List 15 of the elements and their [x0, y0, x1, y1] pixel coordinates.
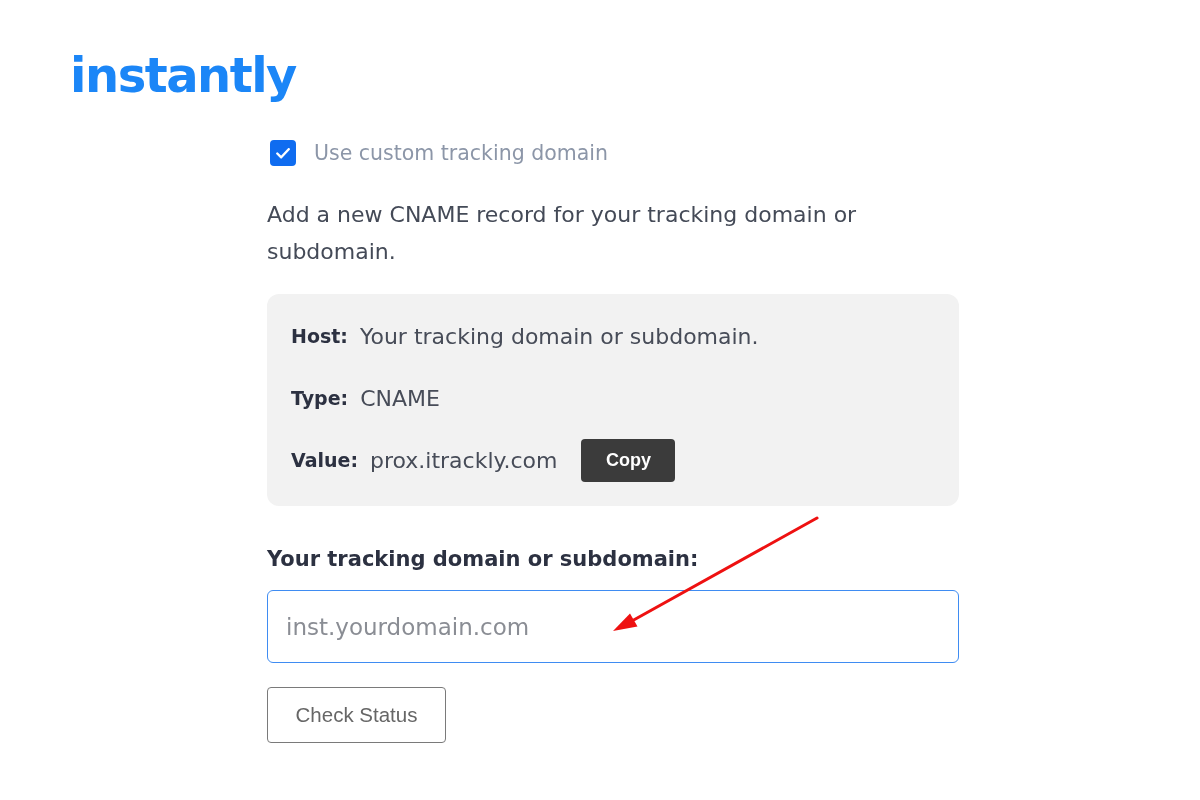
field-label: Your tracking domain or subdomain: [267, 546, 700, 572]
record-label: Value: [291, 449, 358, 471]
check-status-button[interactable]: Check Status [267, 687, 446, 743]
checkbox-label: Use custom tracking domain [314, 140, 608, 166]
instructions-text: Add a new CNAME record for your tracking domain or subdomain. [267, 201, 858, 266]
record-label: Host: [291, 325, 348, 347]
domain-input-field[interactable]: inst.yourdomain.com [267, 590, 959, 663]
record-value: Your tracking domain or subdomain. [359, 323, 759, 349]
record-value: CNAME [360, 385, 440, 411]
record-label: Type: [291, 387, 349, 409]
checkmark-icon [276, 147, 290, 159]
copy-button[interactable]: Copy [581, 438, 676, 482]
checkbox[interactable] [270, 140, 296, 166]
record-value: prox.itrackly.com [370, 447, 558, 473]
logo: instantly [70, 48, 296, 102]
